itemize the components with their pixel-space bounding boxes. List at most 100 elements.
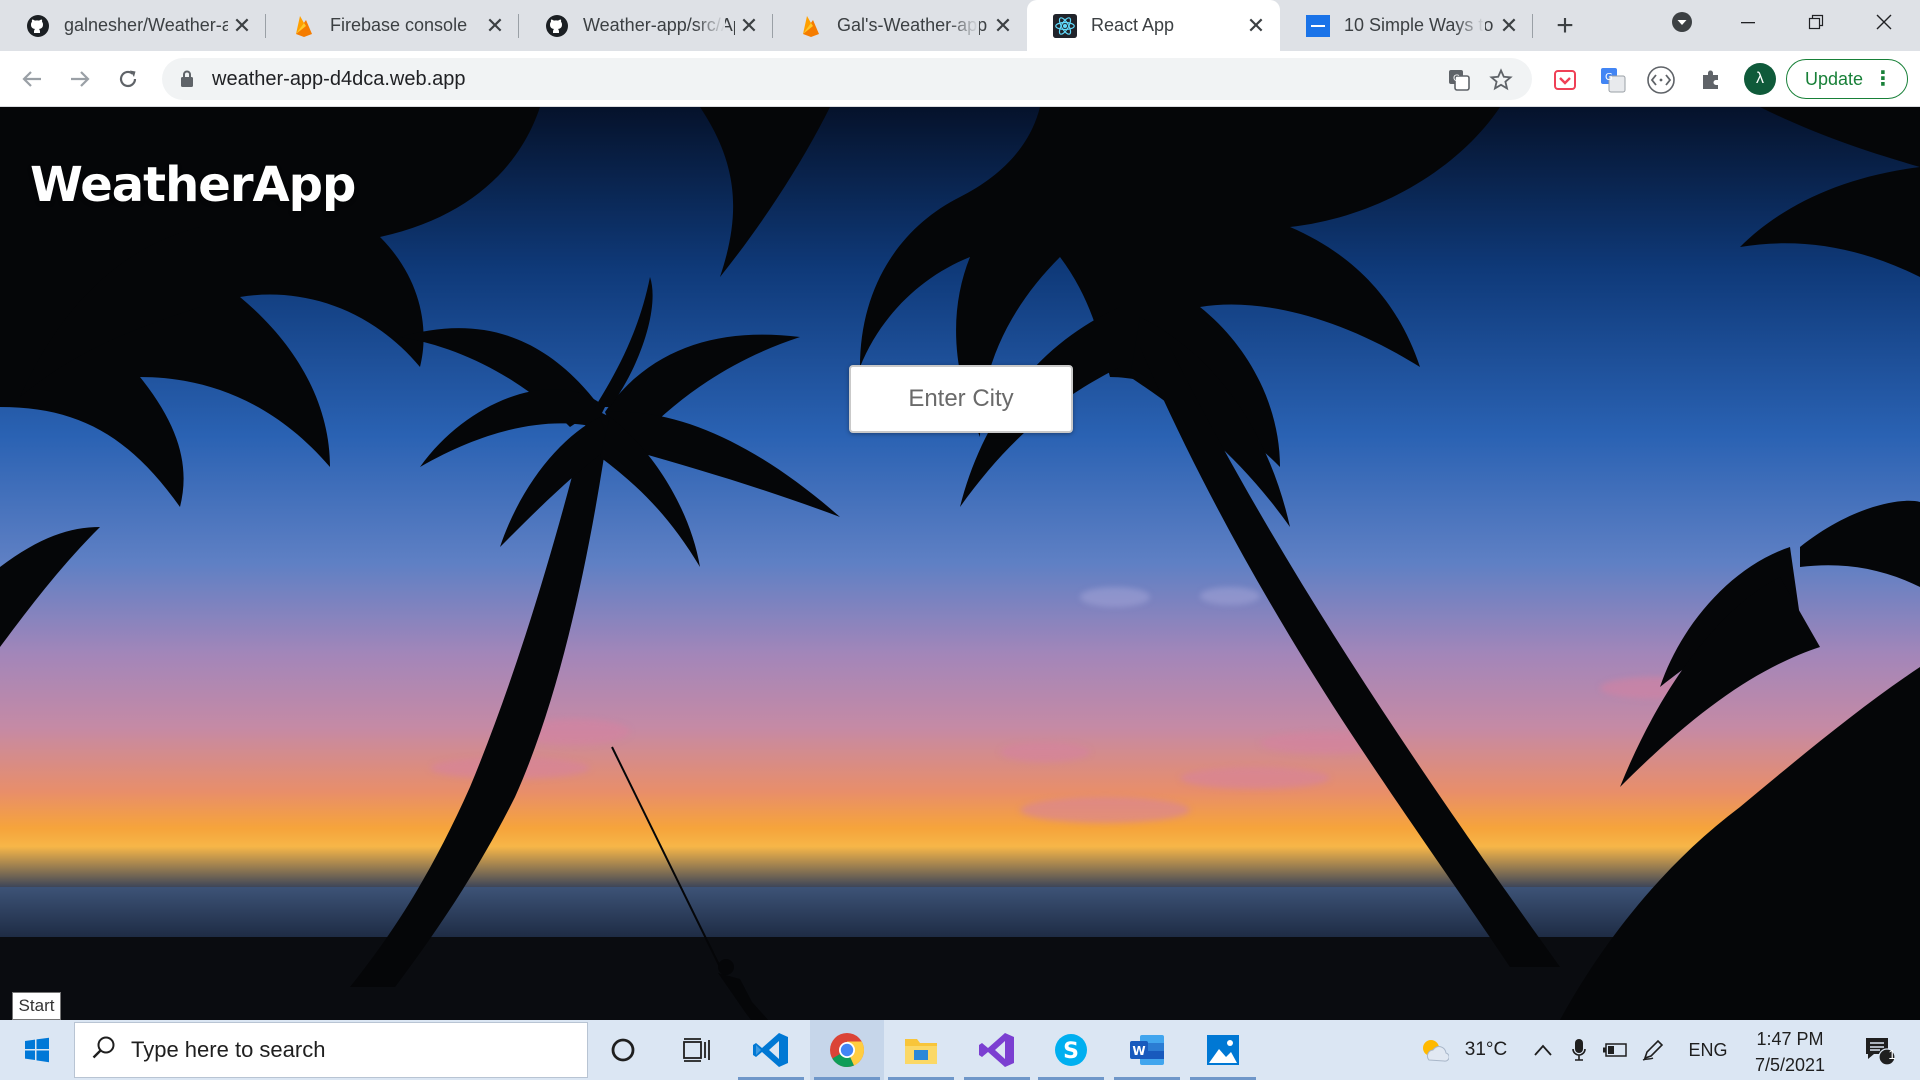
arrow-right-icon [71, 71, 90, 87]
firebase-icon [292, 14, 316, 38]
chrome-app-button[interactable] [810, 1020, 884, 1080]
skype-icon: S [1055, 1034, 1087, 1066]
svg-text:G: G [1453, 74, 1460, 84]
arrow-left-icon [22, 71, 41, 87]
svg-text:W: W [1132, 1044, 1145, 1058]
windows-taskbar: Type here to search S W 31°C ENG 1:47 PM… [0, 1020, 1920, 1080]
word-app-button[interactable]: W [1110, 1020, 1184, 1080]
tab-close-icon[interactable]: ✕ [481, 12, 509, 40]
reload-icon [119, 70, 137, 88]
extensions-puzzle-icon[interactable] [1696, 65, 1726, 95]
reload-button[interactable] [110, 61, 146, 97]
chevron-up-icon [1534, 1044, 1552, 1056]
article-icon [1306, 14, 1330, 38]
action-center-button[interactable]: 1 [1854, 1020, 1904, 1080]
devtools-extension-icon[interactable] [1646, 65, 1676, 95]
firebase-icon [799, 14, 823, 38]
tab-firebase-console[interactable]: Firebase console ✕ [266, 0, 519, 51]
forward-button[interactable] [62, 61, 98, 97]
lock-icon [180, 70, 194, 93]
chevron-down-icon [1672, 12, 1692, 32]
tab-title-fade [949, 10, 979, 40]
search-placeholder: Type here to search [131, 1037, 326, 1062]
pocket-extension-icon[interactable] [1550, 65, 1580, 95]
close-icon [1876, 14, 1892, 30]
visual-studio-app-button[interactable] [960, 1020, 1034, 1080]
clock-date: 7/5/2021 [1754, 1055, 1826, 1075]
visual-studio-icon [979, 1033, 1014, 1067]
address-bar[interactable]: weather-app-d4dca.web.app G [162, 58, 1532, 100]
city-search-input[interactable] [849, 365, 1073, 433]
clock-time: 1:47 PM [1756, 1029, 1824, 1049]
browser-toolbar: weather-app-d4dca.web.app G G λ Update ⋮ [0, 51, 1920, 107]
file-explorer-icon [905, 1039, 937, 1064]
weather-widget-icon[interactable] [1414, 1020, 1454, 1080]
translate-icon[interactable]: G [1446, 67, 1472, 93]
profile-avatar[interactable]: λ [1744, 63, 1776, 95]
new-tab-button[interactable]: + [1547, 8, 1583, 44]
github-icon [26, 14, 50, 38]
update-button[interactable]: Update ⋮ [1786, 59, 1908, 99]
photos-icon [1207, 1035, 1239, 1065]
github-icon [545, 14, 569, 38]
page-viewport: WeatherApp [0, 107, 1920, 1020]
file-explorer-app-button[interactable] [884, 1020, 958, 1080]
windows-logo-icon [25, 1037, 49, 1063]
tab-title: Firebase console [330, 15, 468, 35]
more-vert-icon: ⋮ [1873, 68, 1893, 90]
start-tooltip: Start [12, 992, 61, 1020]
tab-close-icon[interactable]: ✕ [1242, 12, 1270, 40]
show-hidden-icons-button[interactable] [1526, 1020, 1560, 1080]
tab-10-simple-ways[interactable]: 10 Simple Ways to ✕ [1280, 0, 1533, 51]
tab-react-app[interactable]: React App ✕ [1027, 0, 1280, 51]
tab-close-icon[interactable]: ✕ [989, 12, 1017, 40]
tab-gals-weather-app[interactable]: Gal's-Weather-app ✕ [773, 0, 1027, 51]
back-button[interactable] [14, 61, 50, 97]
search-icon [91, 1035, 117, 1066]
tab-title-fade [695, 10, 725, 40]
minimize-icon [1741, 22, 1755, 24]
bookmark-star-icon[interactable] [1488, 67, 1514, 93]
chrome-icon [830, 1033, 864, 1067]
tab-close-icon[interactable]: ✕ [1495, 12, 1523, 40]
google-translate-extension-icon[interactable]: G [1598, 65, 1628, 95]
react-icon [1053, 13, 1077, 38]
taskbar-clock[interactable]: 1:47 PM 7/5/2021 [1740, 1026, 1840, 1078]
word-icon: W [1130, 1035, 1164, 1065]
tab-close-icon[interactable]: ✕ [735, 12, 763, 40]
input-language[interactable]: ENG [1680, 1020, 1736, 1080]
weather-temperature[interactable]: 31°C [1456, 1020, 1516, 1080]
tab-title-fade [1455, 10, 1485, 40]
tab-close-icon[interactable]: ✕ [228, 12, 256, 40]
task-view-button[interactable] [660, 1020, 734, 1080]
start-button[interactable] [0, 1020, 74, 1080]
notification-count: 1 [1888, 1047, 1896, 1062]
cortana-icon [611, 1038, 635, 1062]
cortana-button[interactable] [586, 1020, 660, 1080]
restore-icon [1808, 14, 1824, 30]
photos-app-button[interactable] [1186, 1020, 1260, 1080]
restore-button[interactable] [1782, 0, 1850, 44]
minimize-button[interactable] [1714, 0, 1782, 44]
tab-github-app-js[interactable]: Weather-app/src/App.js ✕ [519, 0, 773, 51]
tab-search-button[interactable] [1648, 0, 1716, 44]
vscode-app-button[interactable] [734, 1020, 808, 1080]
skype-app-button[interactable]: S [1034, 1020, 1108, 1080]
app-title: WeatherApp [30, 157, 356, 213]
task-view-icon [683, 1038, 710, 1062]
svg-text:S: S [1063, 1039, 1079, 1064]
taskbar-search-box[interactable]: Type here to search [74, 1022, 588, 1078]
pen-workspace-icon[interactable] [1636, 1020, 1670, 1080]
tab-github-weather[interactable]: galnesher/Weather-app ✕ [0, 0, 266, 51]
url-text[interactable]: weather-app-d4dca.web.app [212, 68, 466, 91]
tab-title: galnesher/Weather-app [64, 15, 228, 35]
tab-title: React App [1091, 15, 1175, 35]
vscode-icon [753, 1033, 788, 1067]
palm-silhouettes [0, 107, 1920, 1020]
microphone-icon[interactable] [1562, 1020, 1596, 1080]
battery-icon[interactable] [1598, 1020, 1632, 1080]
svg-text:G: G [1605, 72, 1613, 83]
update-label: Update [1805, 68, 1864, 89]
close-window-button[interactable] [1850, 0, 1918, 44]
browser-tab-strip: galnesher/Weather-app ✕ Firebase console… [0, 0, 1920, 51]
